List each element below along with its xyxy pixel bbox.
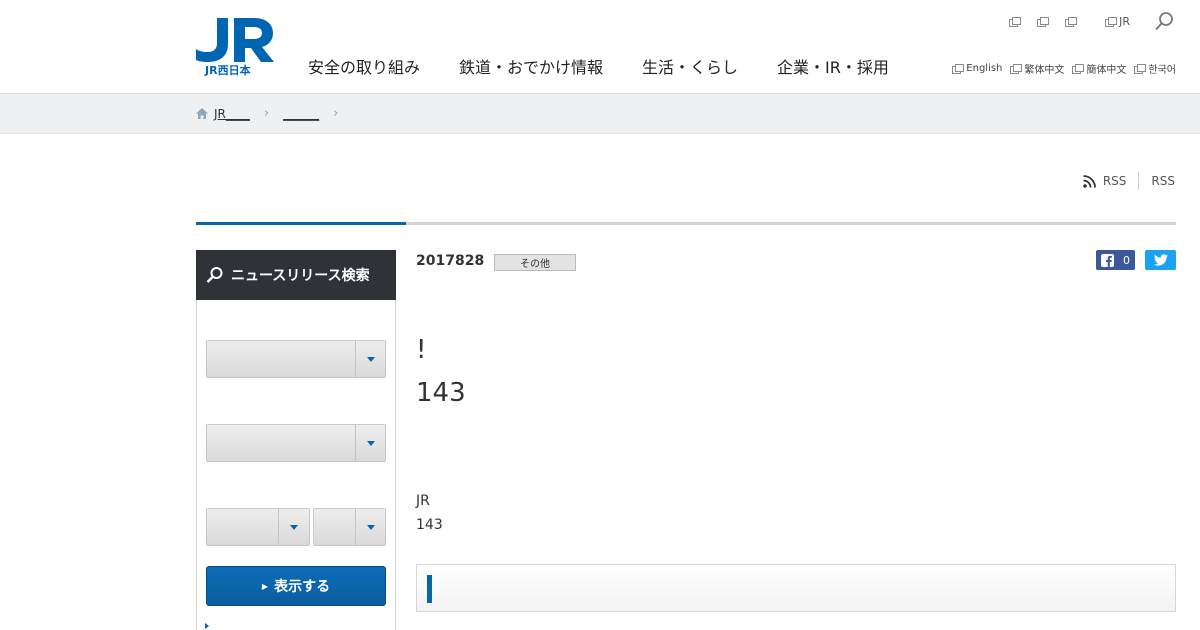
external-link-icon	[1134, 64, 1147, 74]
external-link-icon	[1010, 64, 1023, 74]
active-tab-indicator	[196, 222, 406, 225]
search-button[interactable]	[1154, 10, 1176, 32]
category-tag: その他	[494, 254, 576, 271]
nav-corporate-ir-recruit[interactable]: 企業・IR・採用	[777, 54, 889, 78]
search-icon	[206, 267, 223, 283]
lang-english[interactable]: English	[952, 63, 1002, 74]
news-search-sidebar: ニュースリリース検索 ▶ 表示する	[196, 250, 396, 630]
more-link-arrow-icon[interactable]	[205, 623, 209, 629]
month-select[interactable]	[313, 508, 386, 546]
article-body-line-1: JR	[416, 493, 430, 509]
article-date: 2017828	[416, 253, 485, 269]
rss-divider	[1138, 172, 1140, 190]
lang-simplified-chinese[interactable]: 簡体中文	[1072, 61, 1126, 76]
external-link-icon	[952, 64, 965, 74]
year-select[interactable]	[206, 508, 310, 546]
section-tab-line	[196, 222, 1176, 225]
twitter-share-button[interactable]	[1145, 250, 1176, 270]
lang-korean[interactable]: 한국어	[1134, 61, 1176, 76]
rss-links: RSS RSS	[1083, 172, 1175, 190]
logo-text: JR西日本	[205, 64, 251, 77]
news-search-title: ニュースリリース検索	[231, 268, 370, 284]
external-link-icon	[1105, 16, 1118, 27]
breadcrumb-home[interactable]: JR____	[214, 107, 250, 121]
utility-link-3[interactable]	[1065, 16, 1079, 27]
breadcrumb-bar: JR____ › ______ ›	[0, 94, 1200, 134]
utility-link-1[interactable]	[1009, 16, 1023, 27]
external-link-icon	[1065, 16, 1078, 27]
chevron-right-icon: ›	[333, 106, 339, 121]
breadcrumb: JR____ › ______ ›	[196, 106, 352, 121]
facebook-share-count: 0	[1123, 253, 1130, 267]
article-body-line-2: 143	[416, 517, 443, 533]
jr-logo-mark	[196, 18, 274, 62]
site-header: JR西日本 安全の取り組み 鉄道・おでかけ情報 生活・くらし 企業・IR・採用 …	[0, 0, 1200, 94]
nav-lifestyle[interactable]: 生活・くらし	[642, 54, 738, 78]
external-link-icon	[1037, 16, 1050, 27]
utility-link-jr[interactable]: JR	[1105, 15, 1130, 28]
chevron-down-icon	[290, 525, 298, 530]
lang-traditional-chinese[interactable]: 繁体中文	[1010, 61, 1064, 76]
nav-safety[interactable]: 安全の取り組み	[308, 54, 420, 78]
chevron-down-icon	[367, 441, 375, 446]
chevron-right-icon: ›	[263, 106, 270, 121]
nav-railway-travel[interactable]: 鉄道・おでかけ情報	[459, 54, 603, 78]
news-search-header: ニュースリリース検索	[196, 250, 396, 300]
show-results-button[interactable]: ▶ 表示する	[206, 566, 386, 606]
utility-link-2[interactable]	[1037, 16, 1051, 27]
language-links: English 繁体中文 簡体中文 한국어	[944, 61, 1176, 76]
search-icon	[1155, 12, 1173, 31]
external-link-icon	[1072, 64, 1085, 74]
external-link-icon	[1009, 16, 1022, 27]
rss-link-2[interactable]: RSS	[1151, 174, 1175, 188]
section-heading-accent	[427, 575, 432, 603]
chevron-right-icon: ▶	[261, 581, 269, 591]
area-select[interactable]	[206, 424, 386, 462]
chevron-down-icon	[367, 525, 375, 530]
breadcrumb-news[interactable]: ______	[283, 107, 319, 121]
facebook-icon	[1101, 253, 1114, 267]
facebook-share-button[interactable]: 0	[1096, 250, 1135, 270]
jr-west-logo[interactable]: JR西日本	[196, 18, 276, 78]
global-nav: 安全の取り組み 鉄道・おでかけ情報 生活・くらし 企業・IR・採用	[308, 54, 928, 78]
section-heading-box	[416, 564, 1176, 612]
category-select[interactable]	[206, 340, 386, 378]
article-title-line-2: 143	[416, 378, 466, 408]
utility-links: JR	[995, 10, 1176, 32]
rss-icon	[1083, 174, 1096, 188]
twitter-icon	[1153, 254, 1168, 266]
chevron-down-icon	[367, 357, 375, 362]
home-icon	[196, 108, 208, 119]
share-buttons: 0	[1096, 250, 1176, 270]
article-title-line-1: !	[416, 335, 427, 365]
rss-link-1[interactable]: RSS	[1083, 174, 1126, 188]
